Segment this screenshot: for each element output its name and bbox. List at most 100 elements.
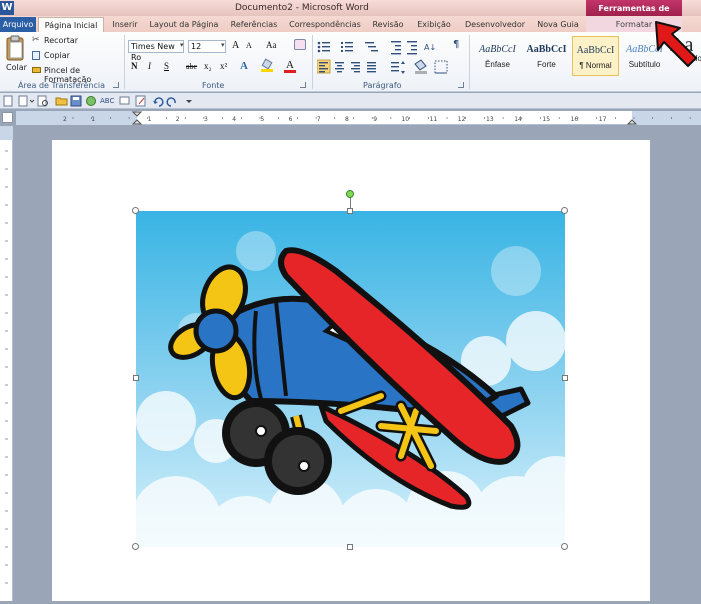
increase-indent-icon [407,41,417,55]
underline-button[interactable]: S [164,61,169,71]
svg-text:ABC: ABC [100,97,114,105]
change-case-button[interactable]: Aa [266,40,277,50]
save-icon[interactable] [70,95,82,107]
ribbon: Colar ✂ Recortar Copiar Pincel de Format… [0,32,701,92]
horizontal-ruler[interactable]: 2 1 1 2 3 4 5 6 7 8 9 10 11 12 13 14 15 16 17 [16,111,701,125]
copy-label: Copiar [44,51,70,60]
font-dialog-launcher-icon[interactable] [300,82,306,88]
tab-insert[interactable]: Inserir [110,17,140,32]
line-spacing-icon [391,61,405,74]
group-separator [124,35,125,89]
tab-developer[interactable]: Desenvolvedor [462,17,528,32]
paragraph-dialog-launcher-icon[interactable] [458,82,464,88]
customize-toolbar-icon[interactable] [186,100,192,103]
style-strong[interactable]: AaBbCcI Forte [523,36,570,76]
vertical-ruler[interactable] [0,126,13,601]
shading-icon [414,59,427,74]
subscript-button[interactable]: x₂ [204,61,212,71]
shrink-font-button[interactable]: A [246,41,252,50]
style-name: Forte [537,60,556,69]
tab-new[interactable]: Nova Guia [534,17,582,32]
borders-icon [434,60,448,74]
spelling-icon[interactable]: ABC [100,97,114,105]
cut-button[interactable]: ✂ Recortar [32,35,92,47]
open-folder-icon[interactable] [55,97,68,106]
highlighter-icon[interactable] [261,58,273,72]
red-arrow-pointer-icon [655,21,697,67]
tab-file[interactable]: Arquivo [0,17,36,32]
align-right-icon [351,62,360,73]
paste-button[interactable]: Colar [4,35,27,75]
ruler-number: 2 [176,116,180,123]
superscript-button[interactable]: x² [220,61,227,71]
bullets-icon [317,41,330,53]
redo-icon[interactable] [166,97,176,107]
font-color-icon[interactable]: A [284,59,296,73]
comment-icon[interactable] [119,96,130,105]
print-preview-icon[interactable] [37,95,48,107]
tab-selector[interactable] [2,112,13,123]
ruler-number: 6 [289,116,293,123]
page-icon[interactable] [3,95,13,107]
resize-handle-bottom[interactable] [347,544,353,550]
resize-handle-top-left[interactable] [132,207,139,214]
resize-handle-top[interactable] [347,208,353,214]
tab-review[interactable]: Revisão [370,17,406,32]
ruler-number: 8 [345,116,349,123]
edit-icon[interactable] [135,95,146,107]
chevron-down-icon[interactable]: ▾ [180,41,184,49]
text-effects-icon[interactable]: A [240,60,248,72]
copy-button[interactable]: Copiar [32,51,92,62]
resize-handle-left[interactable] [133,375,139,381]
ruler-ticks: 2 1 1 2 3 4 5 6 7 8 9 10 11 12 13 14 15 16 17 [16,111,701,125]
tab-references[interactable]: Referências [228,17,280,32]
style-normal[interactable]: AaBbCcI ¶ Normal [572,36,619,76]
format-painter-button[interactable]: Pincel de Formatação [32,66,122,84]
undo-icon[interactable] [153,97,164,107]
ruler-number: 11 [430,116,438,123]
picture-tools-context-header: Ferramentas de Imagem [586,0,682,30]
pilcrow-button[interactable]: ¶ [453,39,459,50]
style-name: Ênfase [485,60,510,69]
tab-home[interactable]: Página Inicial [38,17,104,32]
globe-icon[interactable] [86,96,96,106]
grow-font-button[interactable]: A [232,40,239,51]
justify-icon [367,62,376,73]
multilevel-list-icon [365,42,378,52]
ruler-number: 4 [232,116,236,123]
decrease-indent-icon [391,41,401,55]
tab-page-layout[interactable]: Layout da Página [148,17,220,32]
resize-handle-right[interactable] [562,375,568,381]
new-document-icon[interactable] [18,95,35,107]
italic-button[interactable]: I [148,61,151,71]
resize-handle-bottom-left[interactable] [132,543,139,550]
ruler-number: 14 [514,116,522,123]
ruler-number: 1 [148,116,152,123]
ribbon-tabs: Arquivo Página Inicial Inserir Layout da… [0,16,701,32]
clipboard-group-label: Área de Transferência [18,81,106,90]
group-separator [312,35,313,89]
group-separator [469,35,470,89]
style-emphasis[interactable]: AaBbCcI Ênfase [474,36,521,76]
tab-view[interactable]: Exibição [414,17,454,32]
font-name-combo[interactable]: Times New Ro [128,40,184,62]
quick-access-icons: ABC [3,95,192,107]
tab-mailings[interactable]: Correspondências [288,17,362,32]
vertical-ruler-ticks [0,126,13,584]
word-app-icon[interactable]: W [0,1,14,15]
ruler-number: 13 [486,116,494,123]
resize-handle-bottom-right[interactable] [561,543,568,550]
clipboard-dialog-launcher-icon[interactable] [113,82,119,88]
style-sample: AaBbCcI [576,45,615,56]
cut-label: Recortar [44,36,79,45]
chevron-down-icon[interactable]: ▾ [221,41,225,49]
resize-handle-top-right[interactable] [561,207,568,214]
clear-formatting-icon[interactable] [294,39,306,50]
bold-button[interactable]: N [131,61,138,71]
rotation-handle[interactable] [346,190,354,198]
strikethrough-button[interactable]: abc [186,62,197,71]
copy-icon [32,51,40,60]
scissors-icon: ✂ [32,35,40,45]
selected-picture[interactable] [136,211,565,547]
ruler-number: 10 [401,116,409,123]
